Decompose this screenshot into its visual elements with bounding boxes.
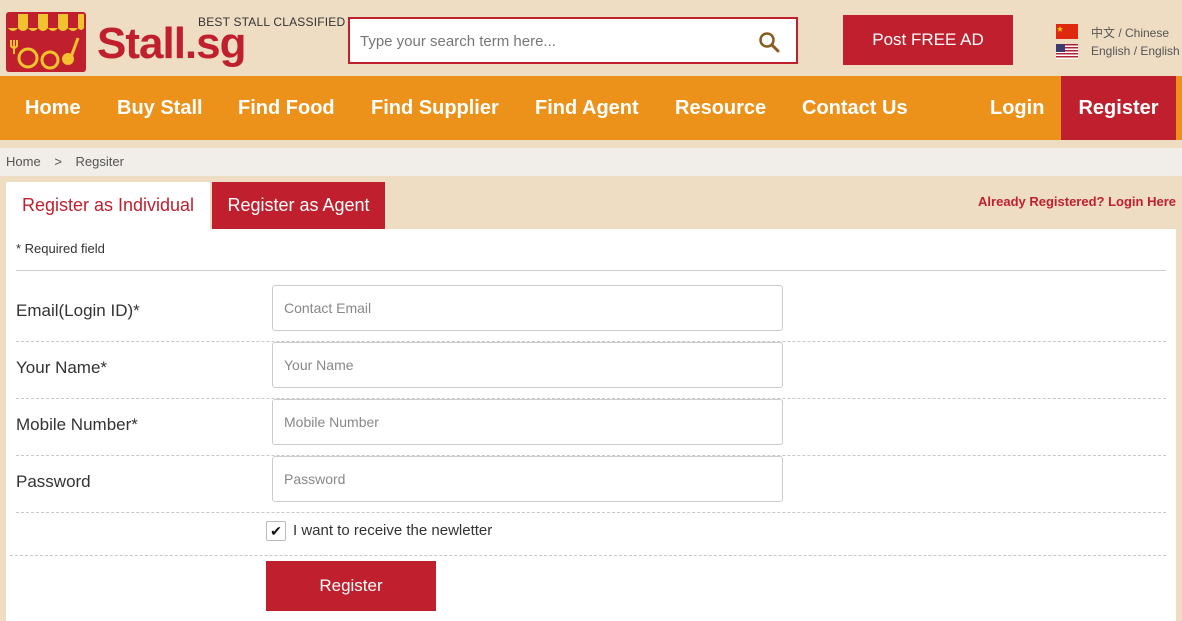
nav-item-home[interactable]: Home: [25, 76, 81, 140]
email-field[interactable]: [272, 285, 783, 331]
main-nav: Home Buy Stall Find Food Find Supplier F…: [0, 76, 1182, 140]
form-row-email: Email(Login ID)*: [16, 285, 1166, 342]
form-row-password: Password: [16, 456, 1166, 513]
already-registered-login-link[interactable]: Already Registered? Login Here: [978, 194, 1176, 209]
password-field[interactable]: [272, 456, 783, 502]
search-bar: [348, 17, 798, 64]
name-label: Your Name*: [16, 358, 108, 377]
nav-item-find-supplier[interactable]: Find Supplier: [371, 76, 499, 140]
breadcrumb: Home > Regsiter: [0, 148, 1182, 176]
language-option-english[interactable]: English / English: [1056, 42, 1182, 60]
stall-logo-icon: [6, 12, 86, 72]
nav-item-find-agent[interactable]: Find Agent: [535, 76, 639, 140]
site-tagline: BEST STALL CLASSIFIED: [198, 15, 346, 29]
register-submit-button[interactable]: Register: [266, 561, 436, 611]
form-divider: [16, 270, 1166, 271]
language-switcher: 中文 / Chinese English / English: [1056, 22, 1182, 62]
tab-register-agent[interactable]: Register as Agent: [212, 182, 385, 229]
nav-item-contact-us[interactable]: Contact Us: [802, 76, 908, 140]
us-flag-icon: [1056, 44, 1078, 59]
breadcrumb-separator: >: [54, 154, 62, 169]
site-header: Stall.sg BEST STALL CLASSIFIED Post FREE…: [0, 0, 1182, 75]
tab-register-individual[interactable]: Register as Individual: [6, 182, 210, 230]
nav-item-buy-stall[interactable]: Buy Stall: [117, 76, 203, 140]
language-option-chinese[interactable]: 中文 / Chinese: [1056, 22, 1182, 40]
checkmark-icon: ✔: [270, 523, 282, 539]
form-row-mobile: Mobile Number*: [16, 399, 1166, 456]
search-icon[interactable]: [758, 31, 780, 53]
registration-form: * Required field Email(Login ID)* Your N…: [6, 229, 1176, 621]
search-input[interactable]: [360, 29, 740, 53]
nav-login-link[interactable]: Login: [990, 76, 1044, 140]
name-field[interactable]: [272, 342, 783, 388]
mobile-field[interactable]: [272, 399, 783, 445]
newsletter-row: ✔ I want to receive the newletter: [10, 508, 1166, 556]
mobile-label: Mobile Number*: [16, 415, 138, 434]
required-field-note: * Required field: [16, 241, 105, 256]
newsletter-label[interactable]: I want to receive the newletter: [293, 522, 492, 539]
newsletter-checkbox[interactable]: ✔: [266, 521, 286, 541]
post-free-ad-button[interactable]: Post FREE AD: [843, 15, 1013, 65]
china-flag-icon: [1056, 24, 1078, 39]
language-label-english[interactable]: English / English: [1091, 44, 1180, 58]
breadcrumb-current: Regsiter: [75, 154, 124, 169]
password-label: Password: [16, 472, 91, 491]
language-label-chinese[interactable]: 中文 / Chinese: [1091, 24, 1169, 41]
nav-item-resource[interactable]: Resource: [675, 76, 766, 140]
email-label: Email(Login ID)*: [16, 301, 140, 320]
nav-register-button[interactable]: Register: [1061, 76, 1176, 140]
breadcrumb-home[interactable]: Home: [6, 154, 41, 169]
form-row-name: Your Name*: [16, 342, 1166, 399]
nav-item-find-food[interactable]: Find Food: [238, 76, 335, 140]
